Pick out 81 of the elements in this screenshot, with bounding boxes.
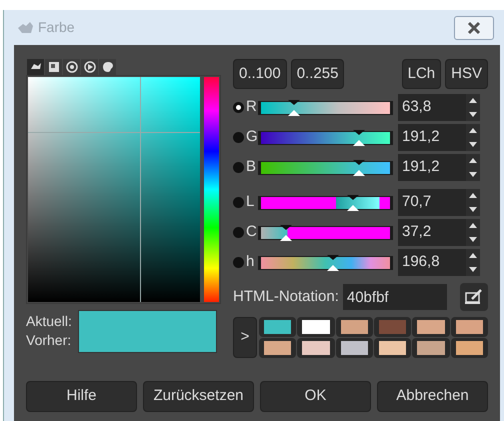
history-swatch[interactable] — [450, 338, 488, 358]
spin-button[interactable] — [466, 219, 480, 246]
selector-tab[interactable] — [45, 59, 62, 75]
channel-label: B — [246, 157, 258, 178]
dialog-button[interactable]: Hilfe — [26, 381, 137, 412]
dialog-button[interactable]: OK — [260, 381, 371, 412]
color-area[interactable] — [28, 77, 200, 302]
history-swatch[interactable] — [336, 317, 373, 337]
value-field[interactable]: 191,2 — [398, 124, 466, 151]
spin-button[interactable] — [466, 154, 480, 181]
channel-label: h — [246, 252, 256, 272]
up-arrow-icon — [469, 193, 477, 198]
history-swatch[interactable] — [412, 338, 450, 358]
spin-button[interactable] — [466, 189, 480, 216]
value-field[interactable]: 37,2 — [398, 219, 466, 246]
window-title: Farbe — [38, 18, 75, 37]
channel-slider[interactable] — [258, 100, 393, 114]
model-button[interactable]: HSV — [445, 59, 488, 89]
down-arrow-icon — [469, 206, 477, 212]
radio-button[interactable] — [233, 227, 244, 238]
channel-slider[interactable] — [258, 256, 393, 270]
channel-slider[interactable] — [258, 130, 393, 144]
range-button[interactable]: 0..255 — [290, 59, 344, 89]
selector-tab[interactable] — [27, 59, 44, 75]
down-arrow-icon — [469, 142, 477, 147]
channel-label: G — [246, 127, 258, 148]
history-swatch[interactable] — [450, 317, 488, 337]
up-arrow-icon — [469, 253, 477, 258]
grid-icon — [46, 60, 60, 74]
history-swatch[interactable] — [374, 338, 412, 358]
radio-button[interactable] — [233, 197, 244, 208]
range-button[interactable]: 0..100 — [233, 59, 287, 89]
down-arrow-icon — [469, 266, 477, 272]
history-swatch[interactable] — [259, 317, 296, 337]
selector-tab[interactable] — [81, 59, 98, 75]
history-swatch[interactable] — [336, 338, 373, 358]
channel-label: L — [246, 192, 256, 212]
current-label: Aktuell: — [26, 312, 72, 331]
channel-slider[interactable] — [258, 160, 393, 174]
channel-label: C — [246, 222, 258, 242]
up-arrow-icon — [469, 128, 477, 134]
up-arrow-icon — [469, 158, 477, 164]
channel-label: R — [246, 97, 258, 118]
value-field[interactable]: 196,8 — [398, 249, 466, 276]
close-button[interactable] — [454, 16, 494, 40]
radio-button[interactable] — [233, 257, 244, 268]
dialog-button[interactable]: Zurücksetzen — [143, 381, 254, 412]
radio-button[interactable] — [233, 102, 244, 113]
eyedropper-button[interactable] — [460, 283, 488, 311]
html-notation-field[interactable]: 40bfbf — [342, 284, 447, 310]
history-swatch[interactable] — [297, 338, 335, 358]
up-arrow-icon — [469, 98, 477, 104]
up-arrow-icon — [469, 223, 477, 228]
previous-label: Vorher: — [26, 331, 72, 350]
circle-icon — [64, 60, 78, 74]
value-field[interactable]: 63,8 — [398, 94, 466, 121]
channel-slider[interactable] — [258, 196, 393, 210]
history-swatch[interactable] — [297, 317, 335, 337]
down-arrow-icon — [469, 112, 477, 117]
spin-button[interactable] — [466, 249, 480, 276]
down-arrow-icon — [469, 236, 477, 242]
spin-button[interactable] — [466, 124, 480, 151]
history-button[interactable]: > — [233, 317, 257, 358]
value-field[interactable]: 70,7 — [398, 189, 466, 216]
model-button[interactable]: LCh — [402, 59, 442, 89]
selector-tab[interactable] — [99, 59, 116, 75]
history-swatch[interactable] — [259, 338, 296, 358]
history-swatch[interactable] — [374, 317, 412, 337]
history-swatch[interactable] — [412, 317, 450, 337]
radio-button[interactable] — [233, 132, 244, 143]
down-arrow-icon — [469, 172, 477, 177]
value-field[interactable]: 191,2 — [398, 154, 466, 181]
channel-slider[interactable] — [258, 226, 393, 240]
hue-strip[interactable] — [204, 77, 219, 302]
selector-tab[interactable] — [63, 59, 80, 75]
radio-button[interactable] — [233, 162, 244, 173]
eyedropper-icon — [465, 289, 483, 305]
close-icon — [466, 20, 482, 34]
dialog-button[interactable]: Abbrechen — [377, 381, 488, 412]
html-notation-label: HTML-Notation: — [233, 286, 339, 307]
spin-button[interactable] — [466, 94, 480, 121]
